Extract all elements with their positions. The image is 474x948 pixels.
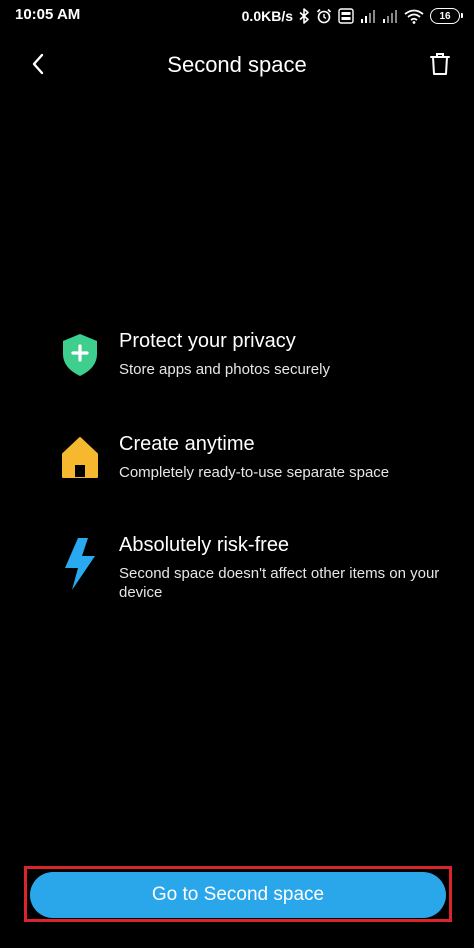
alarm-icon — [316, 8, 332, 24]
wifi-icon — [404, 9, 424, 24]
network-speed: 0.0KB/s — [241, 8, 293, 24]
house-icon — [58, 435, 102, 483]
go-to-second-space-button[interactable]: Go to Second space — [30, 872, 446, 918]
delete-button[interactable] — [424, 50, 456, 82]
signal-icon — [382, 9, 398, 23]
status-icons: 0.0KB/s 16 — [241, 5, 463, 27]
volte-icon — [338, 8, 354, 24]
trash-icon — [429, 52, 451, 81]
feature-title: Absolutely risk-free — [119, 534, 290, 556]
feature-description: Store apps and photos securely — [119, 361, 330, 378]
header: Second space — [0, 38, 474, 94]
battery-level: 16 — [439, 10, 451, 22]
page-title: Second space — [167, 52, 307, 77]
status-bar: 10:05 AM 0.0KB/s 16 — [0, 0, 474, 34]
shield-plus-icon — [58, 332, 102, 380]
bluetooth-icon — [299, 8, 310, 24]
feature-description: Completely ready-to-use separate space — [119, 464, 390, 481]
feature-title: Create anytime — [119, 433, 255, 455]
lightning-icon — [58, 536, 102, 590]
battery-icon: 16 — [430, 8, 463, 24]
feature-description: Second space doesn't affect other items … — [119, 565, 440, 601]
status-time: 10:05 AM — [15, 6, 81, 23]
signal-icon — [360, 9, 376, 23]
feature-title: Protect your privacy — [119, 330, 296, 352]
